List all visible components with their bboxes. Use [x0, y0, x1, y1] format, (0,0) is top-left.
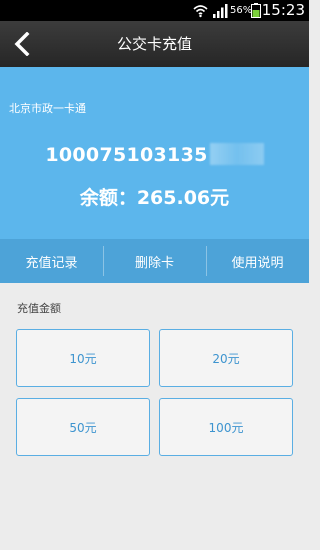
status-bar: 56% 15:23 [0, 0, 309, 21]
signal-icon [213, 4, 228, 18]
instructions-button[interactable]: 使用说明 [206, 239, 309, 283]
card-number: 100075103135 [0, 143, 309, 166]
transit-card-panel: 北京市政一卡通 100075103135 余额：265.06元 [0, 67, 309, 239]
card-action-bar: 充值记录 删除卡 使用说明 [0, 239, 309, 283]
page-title: 公交卡充值 [116, 35, 192, 53]
clock: 15:23 [261, 1, 305, 19]
battery-percent: 56% [230, 5, 253, 16]
amount-option-100[interactable]: 100元 [159, 398, 293, 456]
battery-icon [251, 3, 261, 18]
delete-card-button[interactable]: 删除卡 [103, 239, 206, 283]
recharge-amount-label: 充值金额 [17, 302, 61, 315]
title-bar: 公交卡充值 [0, 21, 309, 67]
card-balance: 余额：265.06元 [79, 187, 230, 209]
amount-option-10[interactable]: 10元 [16, 329, 150, 387]
card-name: 北京市政一卡通 [9, 102, 86, 115]
amount-option-50[interactable]: 50元 [16, 398, 150, 456]
recharge-history-button[interactable]: 充值记录 [0, 239, 103, 283]
wifi-icon [193, 5, 208, 18]
card-number-text: 100075103135 [45, 144, 208, 166]
card-number-mask [209, 143, 264, 165]
amount-option-20[interactable]: 20元 [159, 329, 293, 387]
